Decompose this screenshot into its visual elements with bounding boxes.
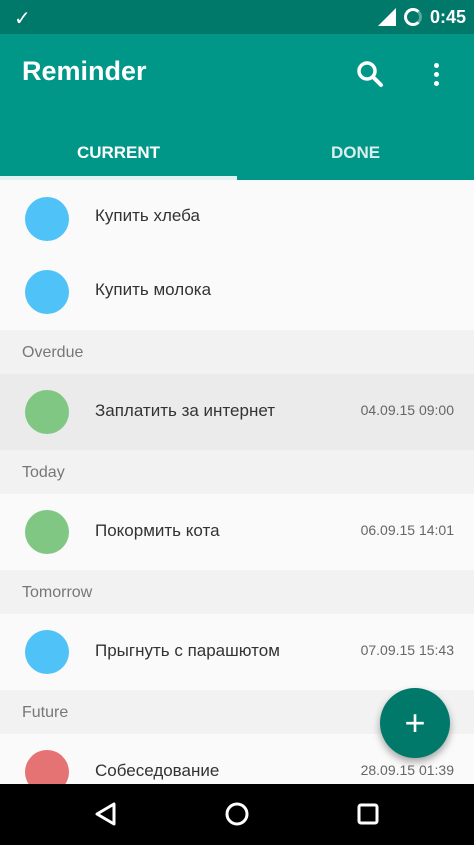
section-label: Future — [22, 704, 69, 721]
item-title: Собеседование — [95, 761, 220, 780]
tab-label: DONE — [330, 143, 381, 162]
list-item[interactable]: Купить хлеба — [0, 180, 474, 253]
search-icon — [357, 61, 383, 87]
signal-icon — [377, 8, 396, 26]
status-icons: 0:45 — [377, 0, 466, 34]
item-date: 07.09.15 15:43 — [360, 642, 454, 658]
more-options-button[interactable] — [418, 54, 454, 94]
section-header-tomorrow: Tomorrow — [0, 570, 474, 614]
recent-apps-button[interactable] — [348, 794, 388, 834]
check-icon: ✓ — [14, 8, 31, 30]
reminder-dot — [25, 630, 69, 674]
section-label: Today — [22, 464, 65, 481]
list-item[interactable]: Купить молока — [0, 253, 474, 328]
section-label: Tomorrow — [22, 584, 93, 601]
list-item[interactable]: Прыгнуть с парашютом 07.09.15 15:43 — [0, 614, 474, 690]
search-button[interactable] — [350, 54, 390, 94]
item-title: Покормить кота — [95, 521, 220, 540]
section-label: Overdue — [22, 344, 84, 361]
item-title: Купить хлеба — [95, 206, 200, 225]
tab-current[interactable]: CURRENT — [0, 126, 237, 180]
reminder-dot — [25, 390, 69, 434]
reminder-dot — [25, 197, 69, 241]
item-date: 06.09.15 14:01 — [360, 522, 454, 538]
item-date: 28.09.15 01:39 — [360, 762, 454, 778]
reminder-dot — [25, 510, 69, 554]
section-header-overdue: Overdue — [0, 330, 474, 374]
more-vert-icon — [433, 62, 439, 68]
home-icon — [225, 802, 249, 826]
item-title: Купить молока — [95, 280, 212, 299]
list-item[interactable]: Заплатить за интернет 04.09.15 09:00 — [0, 374, 474, 450]
app-bar: Reminder CURRENT DONE — [0, 34, 474, 180]
add-reminder-button[interactable]: + — [380, 688, 450, 758]
item-date: 04.09.15 09:00 — [360, 402, 454, 418]
app-title: Reminder — [22, 56, 147, 86]
home-button[interactable] — [217, 794, 257, 834]
navigation-bar — [0, 784, 474, 845]
tab-done[interactable]: DONE — [237, 126, 474, 180]
list-item[interactable]: Покормить кота 06.09.15 14:01 — [0, 494, 474, 570]
plus-icon: + — [404, 702, 426, 743]
status-bar: ✓ 0:45 — [0, 0, 474, 34]
battery-icon — [403, 8, 422, 26]
back-button[interactable] — [86, 794, 126, 834]
reminder-dot — [25, 270, 69, 314]
section-header-today: Today — [0, 450, 474, 494]
reminder-dot — [25, 750, 69, 784]
tab-label: CURRENT — [76, 143, 161, 162]
recent-apps-icon — [357, 803, 379, 825]
item-title: Прыгнуть с парашютом — [95, 641, 280, 660]
back-icon — [95, 802, 116, 826]
status-time: 0:45 — [429, 6, 466, 27]
item-title: Заплатить за интернет — [95, 401, 276, 420]
